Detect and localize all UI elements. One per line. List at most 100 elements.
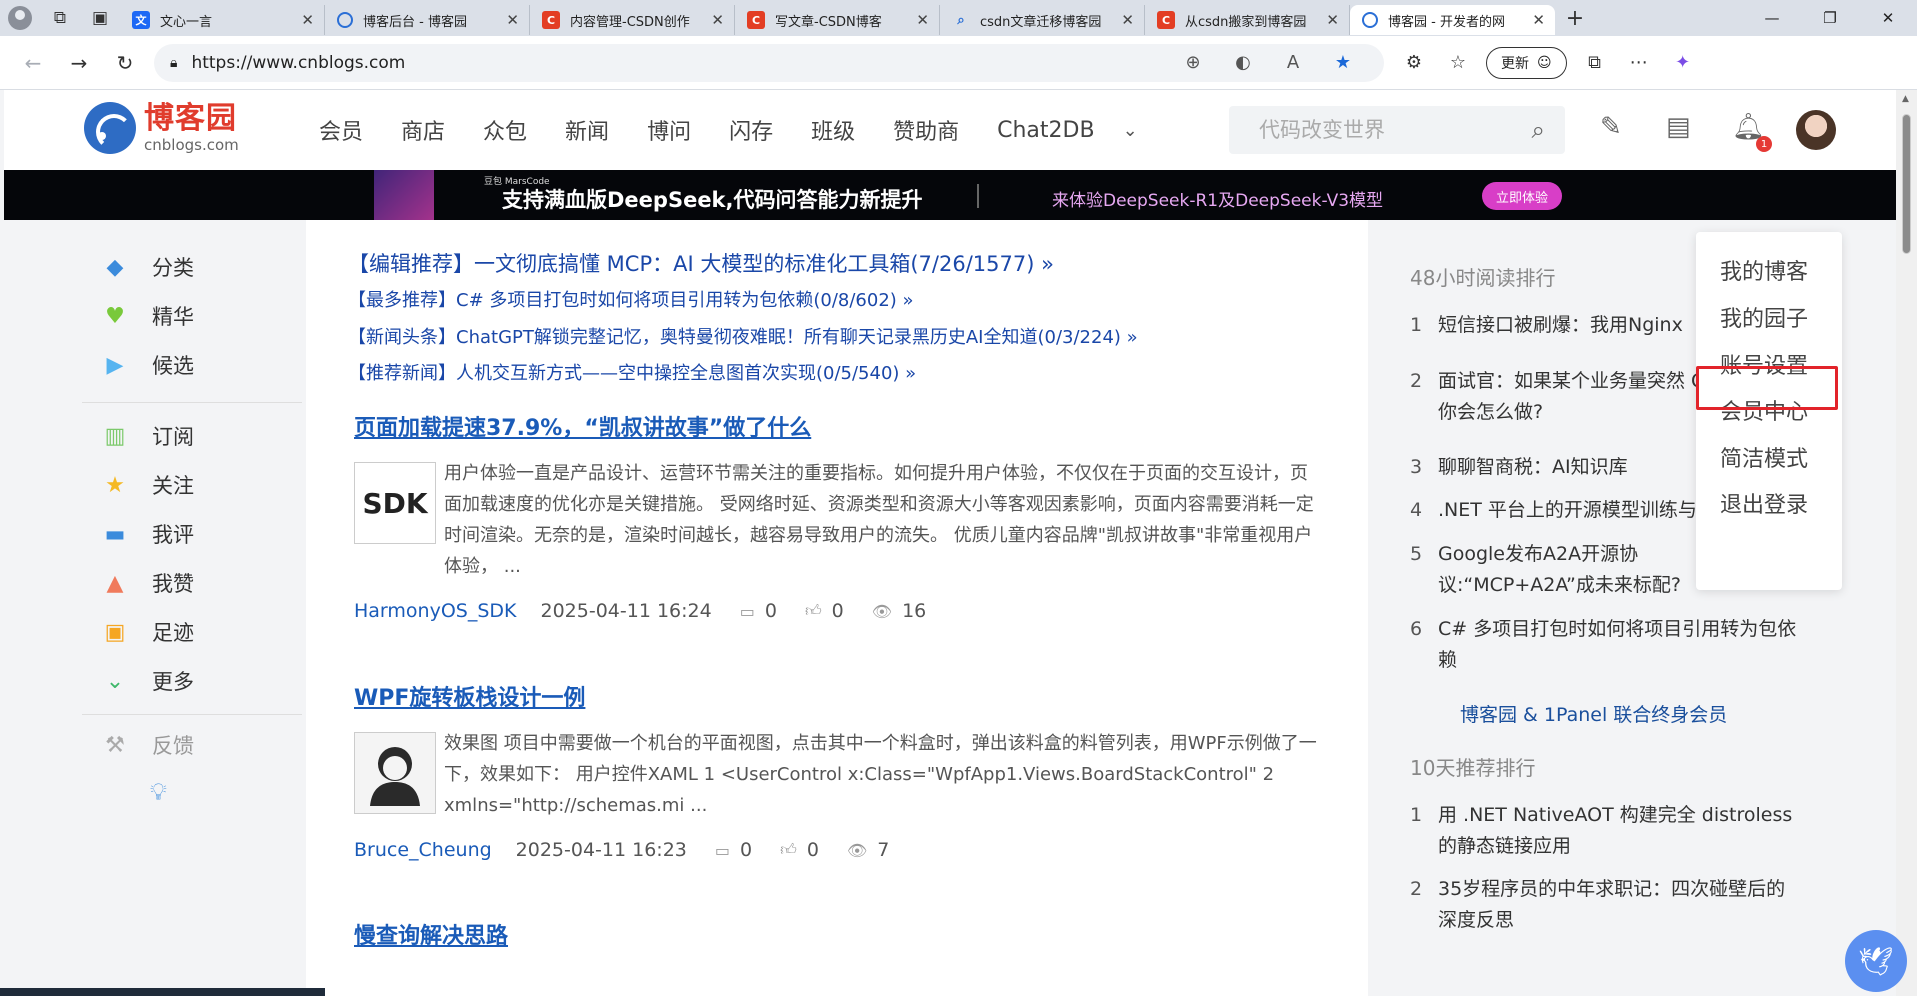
nav-item-chat2db[interactable]: Chat2DB xyxy=(997,118,1094,143)
profile-button[interactable] xyxy=(0,0,40,36)
sidebar-item-category[interactable]: ◆ 分类 xyxy=(100,252,194,282)
pencil-icon[interactable]: ✎ xyxy=(1600,112,1622,142)
more-menu-icon[interactable]: ⋯ xyxy=(1617,52,1661,73)
assistant-fab-button[interactable]: 🕊︎ xyxy=(1845,930,1907,992)
user-avatar[interactable] xyxy=(1796,110,1836,150)
sidebar-item-my-comments[interactable]: ▬ 我评 xyxy=(100,519,194,549)
tab-actions-button[interactable]: ▣ xyxy=(80,0,120,36)
close-tab-icon[interactable]: ✕ xyxy=(1121,11,1134,29)
collections-icon[interactable]: ⧉ xyxy=(1573,52,1617,73)
menu-item-logout[interactable]: 退出登录 xyxy=(1720,487,1808,519)
comment-icon[interactable]: ▭ xyxy=(715,841,730,860)
sync-icon[interactable]: ◐ xyxy=(1218,52,1268,73)
menu-item-member-center[interactable]: 会员中心 xyxy=(1720,394,1808,426)
nav-item-news[interactable]: 新闻 xyxy=(565,114,609,146)
browser-tab[interactable]: C 写文章-CSDN博客 ✕ xyxy=(735,5,940,35)
sidebar-item-feedback[interactable]: ⚒ 反馈 xyxy=(100,730,194,760)
chevron-down-icon[interactable]: ⌄ xyxy=(1123,120,1138,141)
post-title-link[interactable]: WPF旋转板栈设计一例 xyxy=(354,686,585,711)
post-title-link[interactable]: 页面加载提速37.9%，“凯叔讲故事”做了什么 xyxy=(354,416,811,441)
address-bar[interactable]: 🔒︎ https://www.cnblogs.com ⊕ ◐ A ★ xyxy=(154,43,1384,82)
post-author-link[interactable]: HarmonyOS_SDK xyxy=(354,600,517,622)
thumb-up-icon[interactable]: 👍︎ xyxy=(805,601,822,621)
minimize-icon[interactable]: — xyxy=(1743,0,1801,36)
browser-tab[interactable]: 文 文心一言 ✕ xyxy=(120,5,325,35)
close-tab-icon[interactable]: ✕ xyxy=(916,11,929,29)
document-icon[interactable]: ▤ xyxy=(1666,112,1691,142)
browser-tab[interactable]: C 内容管理-CSDN创作 ✕ xyxy=(530,5,735,35)
sidebar-item-follow[interactable]: ★ 关注 xyxy=(100,470,194,500)
nav-item-member[interactable]: 会员 xyxy=(319,114,363,146)
close-tab-icon[interactable]: ✕ xyxy=(1326,11,1339,29)
hot-read-item[interactable]: 6 C# 多项目打包时如何将项目引用转为包依赖 xyxy=(1410,614,1830,676)
read-aloud-icon[interactable]: A xyxy=(1268,52,1318,73)
comment-icon[interactable]: ▭ xyxy=(740,602,755,621)
post-thumbnail[interactable] xyxy=(354,732,436,814)
recommend-link[interactable]: 【编辑推荐】一文彻底搞懂 MCP：AI 大模型的标准化工具箱(7/26/1577… xyxy=(348,248,1054,278)
nav-item-sponsor[interactable]: 赞助商 xyxy=(893,114,959,146)
menu-item-simple-mode[interactable]: 简洁模式 xyxy=(1720,441,1808,473)
favorite-star-icon[interactable]: ★ xyxy=(1318,52,1368,73)
back-button[interactable]: ← xyxy=(10,43,56,83)
nav-item-class[interactable]: 班级 xyxy=(811,114,855,146)
sidebar-item-more[interactable]: ⌄ 更多 xyxy=(100,666,194,696)
url-text[interactable]: https://www.cnblogs.com xyxy=(191,53,1168,73)
sidebar-item-history[interactable]: ▣ 足迹 xyxy=(100,617,194,647)
workspaces-button[interactable]: ⧉ xyxy=(40,0,80,36)
category-icon: ◆ xyxy=(106,254,124,280)
lock-icon[interactable]: 🔒︎ xyxy=(170,55,177,71)
restore-icon[interactable]: ❐ xyxy=(1801,0,1859,36)
close-window-icon[interactable]: ✕ xyxy=(1859,0,1917,36)
menu-item-my-blog[interactable]: 我的博客 xyxy=(1720,254,1808,286)
recommend-rank-item[interactable]: 1 用 .NET NativeAOT 构建完全 distroless 的静态链接应… xyxy=(1410,800,1830,862)
browser-tab[interactable]: ⌕ csdn文章迁移博客园 ✕ xyxy=(940,5,1145,35)
nav-item-crowdsource[interactable]: 众包 xyxy=(483,114,527,146)
site-logo[interactable]: 博客园 cnblogs.com xyxy=(84,102,239,154)
nav-item-store[interactable]: 商店 xyxy=(401,114,445,146)
copilot-icon[interactable]: ✦ xyxy=(1661,52,1705,73)
thumb-up-icon[interactable]: 👍︎ xyxy=(780,840,797,860)
recommend-link[interactable]: 【最多推荐】C# 多项目打包时如何将项目引用转为包依赖(0/8/602) » xyxy=(348,286,914,312)
site-search: ⌕ xyxy=(1229,106,1565,154)
zoom-icon[interactable]: ⊕ xyxy=(1168,52,1218,73)
forward-button[interactable]: → xyxy=(56,43,102,83)
browser-tab[interactable]: 博客后台 - 博客园 ✕ xyxy=(325,5,530,35)
favorites-icon[interactable]: ☆ xyxy=(1436,52,1480,73)
lightbulb-icon[interactable]: 💡︎ xyxy=(150,778,167,806)
sidebar-item-subscribe[interactable]: ▥ 订阅 xyxy=(100,421,194,451)
promo-link[interactable]: 博客园 & 1Panel 联合终身会员 xyxy=(1460,700,1727,727)
close-tab-icon[interactable]: ✕ xyxy=(506,11,519,29)
post-author-link[interactable]: Bruce_Cheung xyxy=(354,839,492,861)
nav-item-ing[interactable]: 闪存 xyxy=(729,114,773,146)
extensions-icon[interactable]: ⚙ xyxy=(1392,52,1436,73)
profile-icon xyxy=(8,6,32,30)
close-tab-icon[interactable]: ✕ xyxy=(1532,11,1545,29)
like-count: 0 xyxy=(831,600,844,622)
scroll-up-icon[interactable]: ▲ xyxy=(1902,94,1909,104)
sidebar-divider xyxy=(82,714,302,715)
update-button[interactable]: 更新 ☺ xyxy=(1486,46,1567,79)
new-tab-button[interactable]: + xyxy=(1555,0,1595,36)
browser-tab[interactable]: C 从csdn搬家到博客园 ✕ xyxy=(1145,5,1350,35)
search-input[interactable] xyxy=(1259,118,1532,142)
reload-button[interactable]: ↻ xyxy=(102,43,148,83)
sidebar-item-candidate[interactable]: ▶ 候选 xyxy=(100,350,194,380)
sidebar-item-featured[interactable]: ♥ 精华 xyxy=(100,301,194,331)
nav-item-qa[interactable]: 博问 xyxy=(647,114,691,146)
banner-cta-button[interactable]: 立即体验 xyxy=(1482,182,1563,210)
search-icon[interactable]: ⌕ xyxy=(1532,116,1545,144)
sidebar-item-my-likes[interactable]: ▲ 我赞 xyxy=(100,568,194,598)
scrollbar-thumb[interactable] xyxy=(1902,114,1911,254)
post-title-link[interactable]: 慢查询解决思路 xyxy=(354,924,508,949)
post-thumbnail[interactable]: SDK xyxy=(354,462,436,544)
page-scrollbar[interactable]: ▲ xyxy=(1896,90,1917,996)
menu-item-my-garden[interactable]: 我的园子 xyxy=(1720,301,1808,333)
recommend-link[interactable]: 【推荐新闻】人机交互新方式——空中操控全息图首次实现(0/5/540) » xyxy=(348,359,916,385)
close-tab-icon[interactable]: ✕ xyxy=(301,11,314,29)
ad-banner[interactable]: 豆包 MarsCode 支持满血版DeepSeek,代码问答能力新提升 来体验D… xyxy=(4,170,1896,220)
recommend-rank-item[interactable]: 2 35岁程序员的中年求职记：四次碰壁后的深度反思 xyxy=(1410,874,1830,936)
browser-tab-active[interactable]: 博客园 - 开发者的网 ✕ xyxy=(1350,5,1555,35)
close-tab-icon[interactable]: ✕ xyxy=(711,11,724,29)
recommend-link[interactable]: 【新闻头条】ChatGPT解锁完整记忆，奥特曼彻夜难眠！所有聊天记录黑历史AI全… xyxy=(348,323,1138,349)
menu-item-account-settings[interactable]: 账号设置 xyxy=(1720,348,1808,380)
